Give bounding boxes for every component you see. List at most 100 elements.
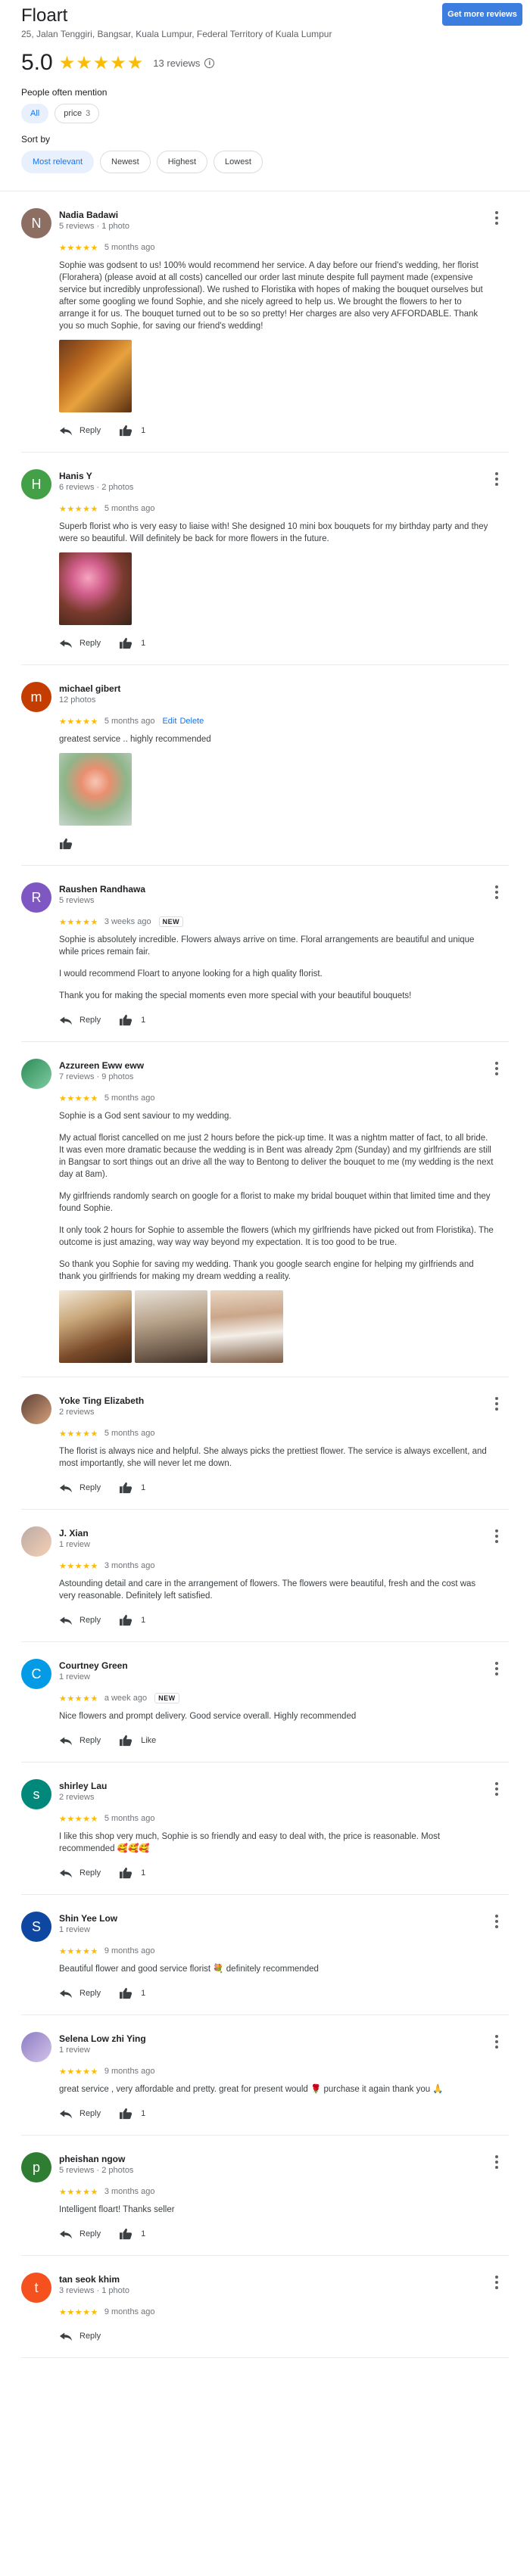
- more-options-icon[interactable]: [491, 1662, 503, 1675]
- reviewer-name[interactable]: michael gibert: [59, 683, 120, 695]
- review-actions: Reply Like: [59, 1733, 509, 1748]
- reviewer-name[interactable]: Hanis Y: [59, 471, 133, 482]
- thumbs-up-icon: [119, 2108, 132, 2120]
- get-more-reviews-button[interactable]: Get more reviews: [442, 3, 522, 26]
- more-options-icon[interactable]: [491, 211, 503, 225]
- reply-button[interactable]: Reply: [59, 1614, 101, 1626]
- chip-count: 3: [86, 109, 91, 118]
- like-button[interactable]: 1: [119, 1867, 145, 1879]
- review-actions: Reply 1: [59, 2106, 509, 2121]
- sort-highest[interactable]: Highest: [156, 151, 208, 173]
- more-options-icon[interactable]: [491, 472, 503, 486]
- like-count: 1: [141, 2109, 146, 2118]
- reviewer-name[interactable]: Yoke Ting Elizabeth: [59, 1395, 144, 1407]
- sort-lowest[interactable]: Lowest: [214, 151, 263, 173]
- review-photo[interactable]: [210, 1290, 283, 1363]
- like-button[interactable]: 1: [119, 2108, 145, 2120]
- like-button[interactable]: 1: [119, 1482, 145, 1494]
- reviewer-meta: 1 review: [59, 2046, 90, 2055]
- reply-button[interactable]: Reply: [59, 1482, 101, 1494]
- like-button[interactable]: 1: [119, 425, 145, 437]
- like-button[interactable]: 1: [119, 1614, 145, 1626]
- reply-button[interactable]: Reply: [59, 425, 101, 437]
- more-options-icon[interactable]: [491, 1915, 503, 1928]
- more-options-icon[interactable]: [491, 885, 503, 899]
- avatar[interactable]: [21, 2032, 51, 2062]
- avatar[interactable]: p: [21, 2152, 51, 2182]
- sort-newest[interactable]: Newest: [100, 151, 151, 173]
- more-options-icon[interactable]: [491, 2035, 503, 2049]
- sort-label: Sort by: [21, 134, 51, 145]
- review-header: H Hanis Y 6 reviews · 2 photos: [21, 469, 509, 501]
- like-button[interactable]: [59, 838, 80, 850]
- reply-button[interactable]: Reply: [59, 2108, 101, 2120]
- reviewer-name[interactable]: Nadia Badawi: [59, 210, 129, 221]
- reviewer-name[interactable]: tan seok khim: [59, 2274, 129, 2285]
- reply-label: Reply: [80, 639, 101, 648]
- review-text: Sophie is absolutely incredible. Flowers…: [59, 934, 509, 1002]
- reply-button[interactable]: Reply: [59, 1734, 101, 1747]
- reply-label: Reply: [80, 2229, 101, 2238]
- review-photo[interactable]: [59, 340, 132, 412]
- more-options-icon[interactable]: [491, 1397, 503, 1411]
- more-options-icon[interactable]: [491, 2276, 503, 2289]
- avatar[interactable]: [21, 1526, 51, 1557]
- reviewer-name[interactable]: J. Xian: [59, 1528, 90, 1539]
- reply-button[interactable]: Reply: [59, 1014, 101, 1026]
- avatar[interactable]: N: [21, 208, 51, 238]
- review-photo[interactable]: [59, 753, 132, 826]
- sort-most-relevant[interactable]: Most relevant: [21, 151, 95, 173]
- reviewer-name[interactable]: Courtney Green: [59, 1660, 128, 1672]
- avatar[interactable]: H: [21, 469, 51, 499]
- reviewer-name[interactable]: pheishan ngow: [59, 2154, 133, 2165]
- like-button[interactable]: 1: [119, 637, 145, 649]
- avatar[interactable]: [21, 1394, 51, 1424]
- review-actions: Reply 1: [59, 1480, 509, 1495]
- avatar[interactable]: t: [21, 2273, 51, 2303]
- rating-line: ★★★★★ 3 months ago: [59, 2186, 509, 2198]
- delete-link[interactable]: Delete: [179, 717, 204, 726]
- review-date: a week ago: [104, 1694, 148, 1703]
- reviewer-name[interactable]: shirley Lau: [59, 1781, 107, 1792]
- review-photo[interactable]: [59, 1290, 132, 1363]
- info-icon[interactable]: i: [204, 58, 215, 68]
- avatar[interactable]: R: [21, 882, 51, 913]
- review-photo[interactable]: [59, 552, 132, 625]
- more-options-icon[interactable]: [491, 1782, 503, 1796]
- reply-button[interactable]: Reply: [59, 637, 101, 649]
- reply-button[interactable]: Reply: [59, 1987, 101, 1999]
- thumbs-up-icon: [119, 1014, 132, 1026]
- reply-label: Reply: [80, 1989, 101, 1998]
- more-options-icon[interactable]: [491, 2155, 503, 2169]
- reviewer-name[interactable]: Raushen Randhawa: [59, 884, 145, 895]
- avatar[interactable]: [21, 1059, 51, 1089]
- reply-button[interactable]: Reply: [59, 2228, 101, 2240]
- avatar[interactable]: S: [21, 1912, 51, 1942]
- more-options-icon[interactable]: [491, 1062, 503, 1075]
- review-date: 3 months ago: [104, 1561, 155, 1570]
- edit-link[interactable]: Edit: [162, 717, 176, 726]
- review-text: Sophie is a God sent saviour to my weddi…: [59, 1110, 509, 1283]
- review-actions: Reply 1: [59, 423, 509, 438]
- review-photo[interactable]: [135, 1290, 207, 1363]
- reviewer-name[interactable]: Selena Low zhi Ying: [59, 2033, 146, 2045]
- like-button[interactable]: 1: [119, 1987, 145, 1999]
- review-stars-icon: ★★★★★: [59, 917, 98, 927]
- reply-label: Reply: [80, 2109, 101, 2118]
- reply-button[interactable]: Reply: [59, 1867, 101, 1879]
- reviewer-name[interactable]: Azzureen Eww eww: [59, 1060, 144, 1072]
- review-text: greatest service .. highly recommended: [59, 733, 509, 745]
- chip-price[interactable]: price 3: [55, 104, 100, 123]
- like-button[interactable]: 1: [119, 2228, 145, 2240]
- chip-all[interactable]: All: [21, 104, 49, 123]
- review-text: Sophie was godsent to us! 100% would rec…: [59, 260, 509, 332]
- reply-button[interactable]: Reply: [59, 2330, 101, 2342]
- like-button[interactable]: 1: [119, 1014, 145, 1026]
- review-actions: Reply 1: [59, 1013, 509, 1028]
- avatar[interactable]: C: [21, 1659, 51, 1689]
- avatar[interactable]: s: [21, 1779, 51, 1809]
- more-options-icon[interactable]: [491, 1529, 503, 1543]
- avatar[interactable]: m: [21, 682, 51, 712]
- like-button[interactable]: Like: [119, 1734, 156, 1747]
- reviewer-name[interactable]: Shin Yee Low: [59, 1913, 117, 1924]
